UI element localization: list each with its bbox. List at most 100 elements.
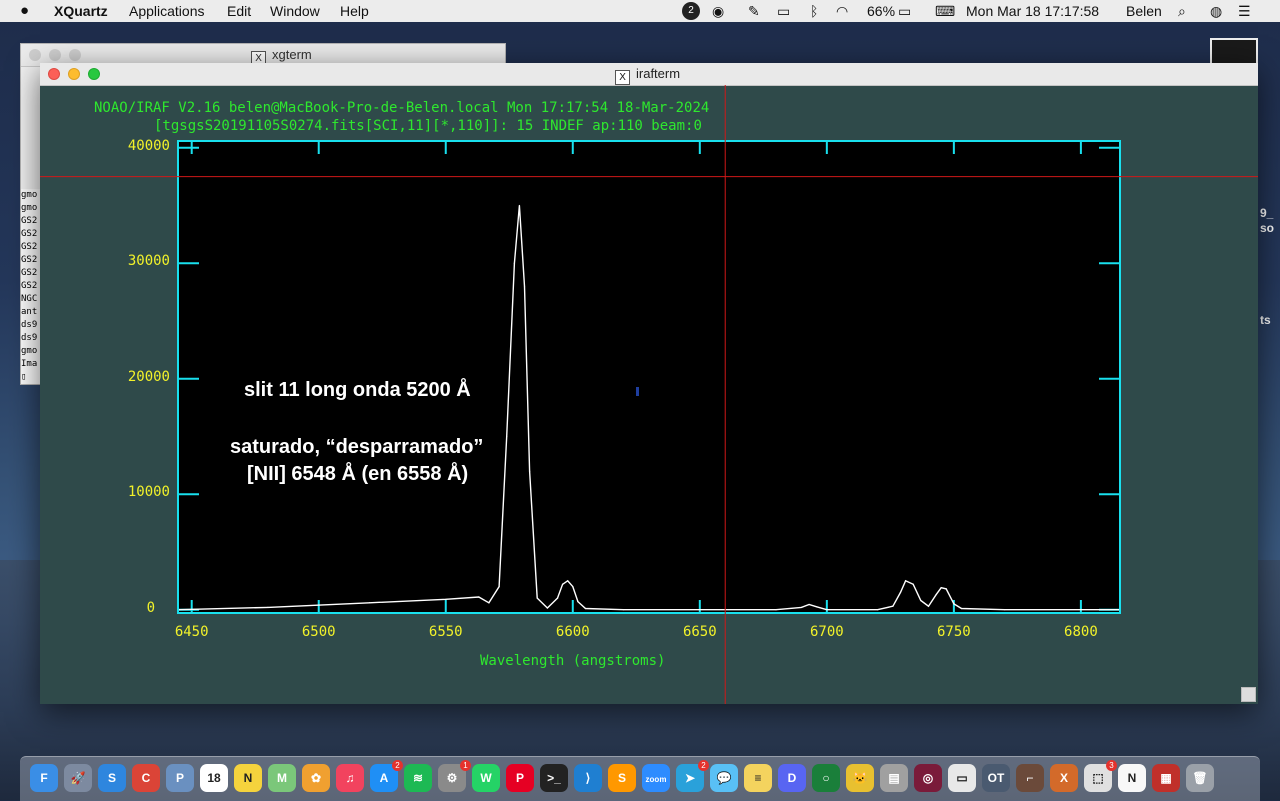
menu-applications[interactable]: Applications <box>129 3 205 19</box>
plot-area[interactable] <box>177 140 1121 614</box>
messages-icon[interactable]: 💬 <box>710 764 738 792</box>
x-tick-label: 6650 <box>682 624 717 640</box>
y-tick-label: 30000 <box>127 253 170 270</box>
terminal-icon[interactable]: >_ <box>540 764 568 792</box>
galaxy-app-icon[interactable]: ◎ <box>914 764 942 792</box>
battery-percent[interactable]: 66% <box>867 3 895 19</box>
close-button[interactable] <box>48 68 60 80</box>
spectrum-data-point <box>506 435 508 438</box>
circle-app-icon[interactable]: ○ <box>812 764 840 792</box>
xgterm-text[interactable]: gmo gmo GS2 GS2 GS2 GS2 GS2 GS2 NGC ant ds9 ds9 gmo I… <box>21 189 41 384</box>
x-axis-label: Wavelength (angstroms) <box>480 653 666 669</box>
discord-icon[interactable]: D <box>778 764 806 792</box>
spectrum-data-point <box>622 609 625 611</box>
spectrum-data-point <box>953 603 955 605</box>
desktop-file-label-fragment[interactable]: so <box>1260 221 1274 235</box>
minimize-button[interactable] <box>68 68 80 80</box>
menu-window[interactable]: Window <box>270 3 320 19</box>
cat-app-icon[interactable]: 🐱 <box>846 764 874 792</box>
clock[interactable]: Mon Mar 18 17:17:58 <box>966 3 1099 19</box>
user-name[interactable]: Belen <box>1126 3 1162 19</box>
sublime-icon[interactable]: S <box>608 764 636 792</box>
spectrum-data-point <box>800 606 803 608</box>
spectrum-data-point <box>488 602 490 604</box>
zoom-icon[interactable]: zoom <box>642 764 670 792</box>
preview-icon[interactable]: P <box>166 764 194 792</box>
whatsapp-icon[interactable]: W <box>472 764 500 792</box>
music-icon[interactable]: ♫ <box>336 764 364 792</box>
creative-cloud-icon[interactable]: 2 <box>682 2 700 20</box>
spectrum-data-point <box>267 606 269 608</box>
pin-icon[interactable]: ✎ <box>748 3 760 20</box>
bluetooth-icon[interactable]: ᛒ <box>810 3 818 19</box>
input-menu-icon[interactable]: ⌨ <box>935 3 955 20</box>
dock-badge: 2 <box>698 760 709 771</box>
spotlight-search-icon[interactable]: ⌕ <box>1178 3 1186 20</box>
spectrum-data-point <box>572 585 574 588</box>
app-menu-xquartz[interactable]: XQuartz <box>54 3 108 19</box>
spectrum-data-point <box>892 605 894 607</box>
siri-icon[interactable]: ◍ <box>1210 3 1222 20</box>
finder-icon[interactable]: F <box>30 764 58 792</box>
notes-icon[interactable]: N <box>234 764 262 792</box>
photos-icon[interactable]: ✿ <box>302 764 330 792</box>
plot-header-system-line: NOAO/IRAF V2.16 belen@MacBook-Pro-de-Bel… <box>94 100 710 116</box>
dock-app-glyph: ≋ <box>412 771 424 785</box>
spectrum-data-point <box>584 607 587 610</box>
spectrum-data-point <box>904 580 907 582</box>
dock-app-glyph: P <box>175 771 184 785</box>
dock-app-glyph: ♫ <box>345 771 355 785</box>
trash-icon[interactable]: 🗑 <box>1186 764 1214 792</box>
battery-icon[interactable]: ▭ <box>898 3 911 20</box>
terminal-line: ant <box>21 307 38 317</box>
chrome-icon[interactable]: C <box>132 764 160 792</box>
spectrum-data-point <box>528 470 531 472</box>
telegram-icon[interactable]: ➤ 2 <box>676 760 709 792</box>
spectrum-data-point <box>577 601 579 603</box>
paper-app-icon[interactable]: ▭ <box>948 764 976 792</box>
spotify-icon[interactable]: ≋ <box>404 764 432 792</box>
appstore-icon[interactable]: A2 <box>370 760 403 792</box>
desktop-file-label-fragment[interactable]: ts <box>1260 313 1271 327</box>
dock-app-glyph: ○ <box>822 771 830 785</box>
menu-edit[interactable]: Edit <box>227 3 251 19</box>
office-icon[interactable]: ⬚ 3 <box>1084 760 1117 792</box>
terminal-line: gmo <box>21 190 38 200</box>
irafterm-titlebar[interactable]: Xirafterm <box>40 63 1258 86</box>
apple-menu-icon[interactable]: ● <box>20 2 29 19</box>
launchpad-icon[interactable]: 🚀 <box>64 764 92 792</box>
spectrum-data-point <box>1004 609 1006 611</box>
spectrum-plot[interactable] <box>179 142 1119 612</box>
notification-center-icon[interactable]: ☰ <box>1238 3 1251 20</box>
window-resize-handle[interactable] <box>1241 687 1256 702</box>
dock-app-glyph: zoom <box>645 775 667 784</box>
wifi-icon[interactable]: ◠ <box>836 3 848 20</box>
dock-app-glyph: OT <box>987 771 1005 785</box>
menu-help[interactable]: Help <box>340 3 369 19</box>
notion-icon[interactable]: N <box>1118 764 1146 792</box>
cloud-sync-icon[interactable]: ◉ <box>712 3 724 20</box>
minimize-button[interactable] <box>49 49 61 61</box>
maps-icon[interactable]: M <box>268 764 296 792</box>
xquartz-icon[interactable]: X <box>1050 764 1078 792</box>
close-button[interactable] <box>29 49 41 61</box>
plot-header-image-line: [tgsgsS20191105S0274.fits[SCI,11][*,110]… <box>154 118 702 134</box>
telescope-app-icon[interactable]: ⌐ <box>1016 764 1044 792</box>
dock-app-glyph: 🐱 <box>852 771 868 785</box>
stack-app-icon[interactable]: ▤ <box>880 764 908 792</box>
vscode-icon[interactable]: ⟩ <box>574 764 602 792</box>
desktop-file-label-fragment[interactable]: 9_ <box>1260 206 1273 220</box>
irafterm-window[interactable]: Xirafterm NOAO/IRAF V2.16 belen@MacBook-… <box>40 63 1258 704</box>
dock-app-glyph: M <box>277 771 287 785</box>
zoom-button[interactable] <box>69 49 81 61</box>
settings-icon[interactable]: ⚙ 1 <box>438 760 471 792</box>
calendar-icon[interactable]: 18 <box>200 764 228 792</box>
safari-icon[interactable]: S <box>98 764 126 792</box>
stickies-icon[interactable]: ≡ <box>744 764 772 792</box>
ot-app-icon[interactable]: OT <box>982 764 1010 792</box>
airplay-icon[interactable]: ▭ <box>777 3 790 20</box>
terminal-line: GS2 <box>21 216 38 226</box>
photobooth-icon[interactable]: ▦ <box>1152 764 1180 792</box>
zoom-button[interactable] <box>88 68 100 80</box>
pinterest-icon[interactable]: P <box>506 764 534 792</box>
